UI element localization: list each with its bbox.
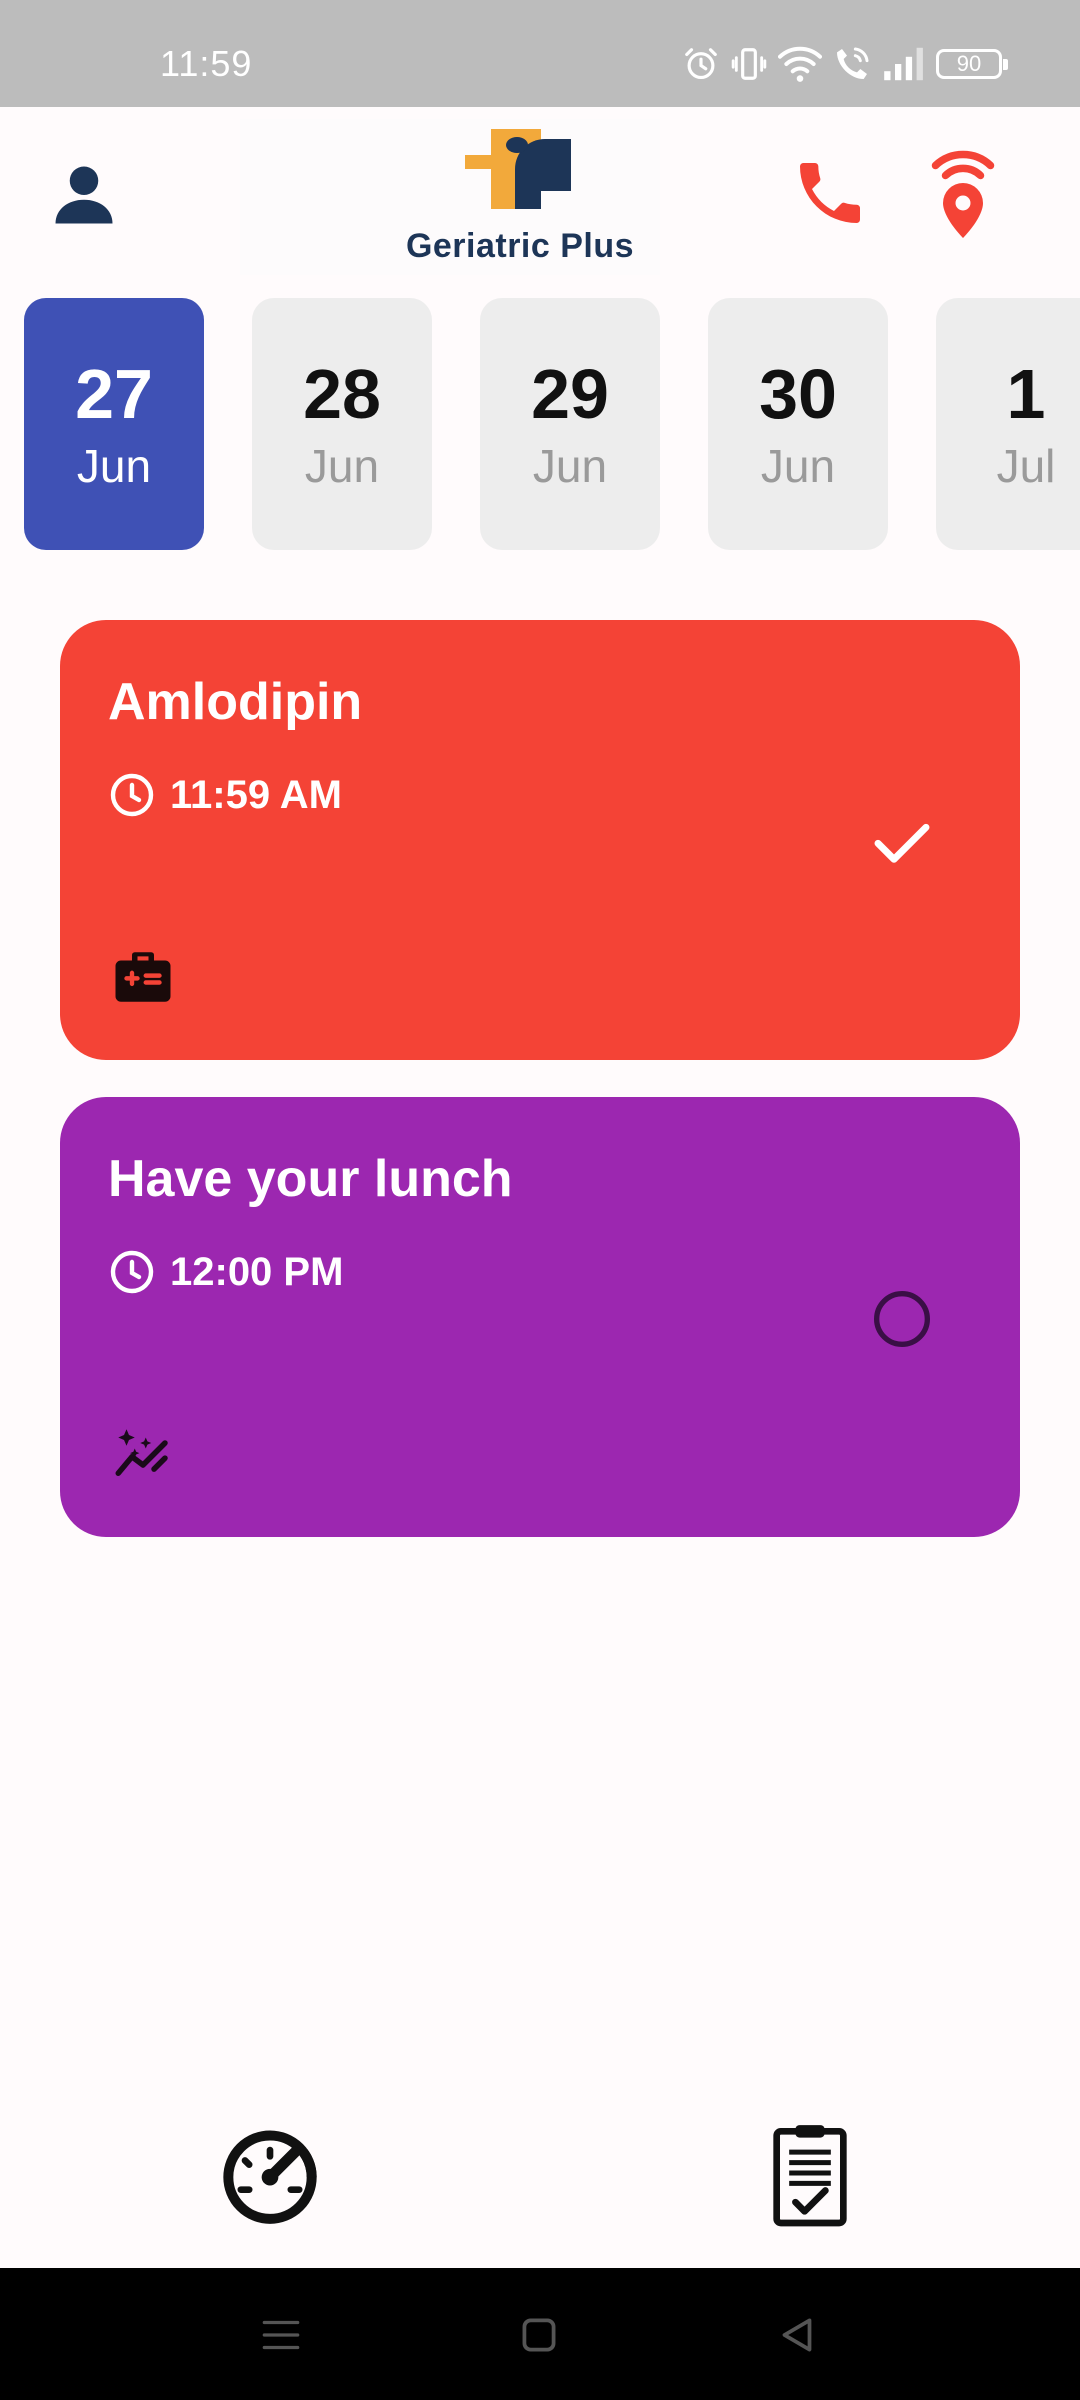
date-month: Jul (996, 440, 1056, 492)
medical-kit-icon (115, 952, 171, 1002)
task-category (110, 944, 176, 1010)
date-chip-1-jul[interactable]: 1 Jul (936, 298, 1080, 550)
brand-name: Geriatric Plus (405, 227, 635, 265)
system-nav-bar (0, 2268, 1080, 2400)
date-day: 28 (303, 355, 381, 433)
nav-tasks[interactable] (760, 2118, 860, 2228)
task-card-amlodipin[interactable]: Amlodipin 11:59 AM (60, 620, 1020, 1060)
task-category (110, 1421, 176, 1487)
app-bar: Geriatric Plus (0, 107, 1080, 277)
status-icons: 90 (682, 44, 1008, 84)
call-button[interactable] (790, 151, 870, 235)
back-button[interactable] (772, 2310, 822, 2360)
home-icon (522, 2318, 556, 2352)
share-location-button[interactable] (928, 143, 998, 243)
task-done-toggle[interactable] (870, 1287, 934, 1351)
date-day: 30 (759, 355, 837, 433)
location-signal-icon (931, 150, 995, 238)
task-title: Amlodipin (108, 673, 363, 731)
alarm-icon (685, 48, 717, 80)
date-month: Jun (76, 440, 152, 492)
task-card-lunch[interactable]: Have your lunch 12:00 PM (60, 1097, 1020, 1537)
date-month: Jun (532, 440, 608, 492)
checkmark-icon (874, 823, 930, 863)
date-month: Jun (304, 440, 380, 492)
home-button[interactable] (514, 2310, 564, 2360)
sparkle-chart-icon (115, 1429, 168, 1476)
task-time-row: 12:00 PM (108, 1247, 343, 1297)
date-day: 29 (531, 355, 609, 433)
recent-apps-button[interactable] (256, 2310, 306, 2360)
app-logo: Geriatric Plus (240, 119, 660, 275)
date-chip-30-jun[interactable]: 30 Jun (708, 298, 888, 550)
clipboard-check-icon (773, 2125, 847, 2227)
profile-icon (55, 166, 113, 224)
profile-button[interactable] (46, 157, 122, 233)
wifi-icon (778, 46, 822, 82)
status-time: 11:59 (160, 43, 253, 84)
task-time: 12:00 PM (170, 1249, 344, 1294)
date-day: 27 (75, 355, 153, 433)
date-chip-29-jun[interactable]: 29 Jun (480, 298, 660, 550)
phone-icon (800, 163, 860, 223)
battery-icon: 90 (936, 49, 1008, 79)
clock-icon (110, 1250, 154, 1294)
vibrate-icon (731, 48, 767, 80)
date-month: Jun (760, 440, 836, 492)
task-time: 11:59 AM (170, 772, 342, 817)
clock-icon (110, 773, 154, 817)
date-selector[interactable]: 27 Jun 28 Jun 29 Jun 30 Jun 1 Jul (0, 298, 1080, 552)
nav-dashboard[interactable] (220, 2118, 320, 2228)
speedometer-icon (223, 2130, 317, 2224)
date-day: 1 (1006, 355, 1046, 433)
task-done-toggle[interactable] (870, 810, 934, 874)
circle-outline-icon (874, 1291, 930, 1347)
status-bar: 11:59 90 (0, 0, 1080, 107)
logo-mark (465, 129, 571, 209)
date-chip-27-jun[interactable]: 27 Jun (24, 298, 204, 550)
back-icon (782, 2318, 812, 2352)
wifi-call-icon (837, 47, 869, 79)
task-time-row: 11:59 AM (108, 770, 342, 820)
signal-icon (884, 47, 923, 81)
bottom-nav (0, 2100, 1080, 2268)
menu-icon (262, 2320, 300, 2350)
date-chip-28-jun[interactable]: 28 Jun (252, 298, 432, 550)
task-title: Have your lunch (108, 1150, 513, 1208)
